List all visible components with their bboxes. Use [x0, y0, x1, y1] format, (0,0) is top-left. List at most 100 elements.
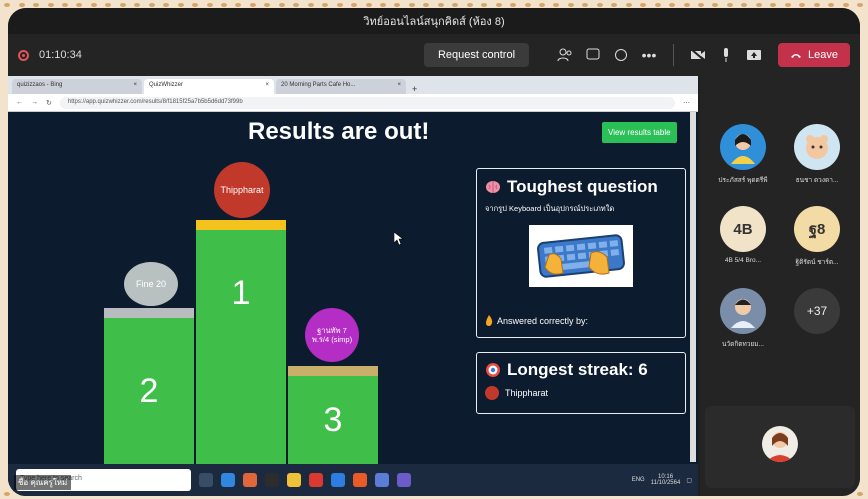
podium-3-cap	[288, 366, 378, 376]
decor-dot	[307, 3, 314, 7]
browser-tab[interactable]: QuizWhizzer ×	[144, 79, 274, 94]
phone-hangup-icon	[791, 54, 802, 58]
file-explorer-icon[interactable]	[287, 473, 301, 487]
podium-3-player: ฐานทัพ 7 พ.ร/4 (simp)	[305, 308, 359, 362]
decor-dot	[770, 3, 777, 7]
edge-icon[interactable]	[221, 473, 235, 487]
windows-taskbar: Type here to search ENG 10:16 11/10/2564…	[8, 464, 698, 496]
shared-screen: quizizzaos - Bing × QuizWhizzer × 20 Morni…	[8, 76, 698, 496]
tray-lang[interactable]: ENG	[632, 477, 645, 483]
clock-date: 11/10/2564	[650, 480, 681, 486]
browser-tab-label: QuizWhizzer	[149, 82, 184, 88]
decor-dot	[712, 3, 719, 7]
share-screen-icon[interactable]	[740, 44, 768, 66]
decor-dot	[235, 3, 242, 7]
more-options-icon[interactable]: •••	[635, 44, 663, 66]
decor-dot	[249, 3, 256, 7]
decor-dot	[784, 3, 791, 7]
decor-dot	[33, 3, 40, 7]
browser-tab[interactable]: quizizzaos - Bing ×	[12, 79, 142, 94]
toughest-question-text: จากรูป Keyboard เป็นอุปกรณ์ประเภทใด	[485, 204, 615, 213]
teams-icon[interactable]	[397, 473, 411, 487]
app-icon[interactable]	[243, 473, 257, 487]
podium-rank: 1	[231, 274, 251, 312]
decor-dot	[221, 3, 228, 7]
meeting-toolbar: 01:10:34 Request control ••• Leave	[8, 34, 860, 76]
streak-player-name: Thippharat	[505, 388, 549, 398]
app-icon[interactable]	[265, 473, 279, 487]
decor-dot	[726, 3, 733, 7]
self-avatar	[762, 426, 798, 462]
participant-name: ฐิติรัตน์ ชาร์ต...	[795, 259, 839, 266]
participant-tile[interactable]: ประภัสสร์ พุดตรีพี	[708, 124, 778, 185]
streak-title: Longest streak: 6	[507, 360, 648, 379]
decor-dot	[278, 3, 285, 7]
tray-clock[interactable]: 10:16 11/10/2564	[651, 474, 681, 486]
quiz-results-page: Results are out! View results table 2 Fi…	[8, 112, 698, 464]
decor-dot	[380, 3, 386, 7]
view-results-table-button[interactable]: View results table	[602, 122, 677, 143]
participant-name: นวัตกิตทวยม...	[722, 341, 764, 348]
keyboard-icon	[537, 234, 625, 278]
opera-icon[interactable]	[309, 473, 323, 487]
decor-dot	[524, 3, 531, 7]
participant-name: 4B 5/4 Bro...	[724, 257, 762, 264]
decor-dot	[640, 3, 647, 7]
back-icon[interactable]: ←	[16, 99, 23, 106]
leave-button[interactable]: Leave	[778, 43, 850, 67]
address-bar: ← → ↻ https://app.quizwhizzer.com/result…	[8, 94, 698, 112]
notification-icon[interactable]: ▢	[686, 477, 692, 484]
request-control-button[interactable]: Request control	[423, 43, 530, 67]
decor-dot	[105, 3, 112, 7]
answered-row: Answered correctly by:	[485, 315, 588, 326]
leave-label: Leave	[808, 49, 838, 61]
participant-tile[interactable]: ฐ8 ฐิติรัตน์ ชาร์ต...	[782, 206, 852, 267]
camera-off-icon[interactable]	[684, 44, 712, 66]
recording-icon	[18, 49, 29, 61]
decor-dot	[828, 3, 835, 7]
url-input[interactable]: https://app.quizwhizzer.com/results/8/f1…	[59, 96, 675, 109]
task-view-icon[interactable]	[199, 473, 213, 487]
close-icon[interactable]: ×	[397, 82, 401, 91]
refresh-icon[interactable]: ↻	[46, 99, 52, 107]
decor-dot	[192, 3, 199, 7]
browser-tab[interactable]: 20 Morning Parts Cafe Ho... ×	[276, 79, 406, 94]
decor-dot	[437, 3, 444, 7]
avatar	[720, 288, 766, 334]
decor-dot	[264, 3, 271, 7]
participant-tile[interactable]: นวัตกิตทวยม...	[708, 288, 778, 349]
decor-dot	[423, 3, 430, 7]
teams-window: วิทย์ออนไลน์สนุกคิดส์ (ห้อง 8) 01:10:34 …	[8, 8, 860, 496]
podium-rank: 3	[323, 400, 343, 439]
people-icon[interactable]	[551, 44, 579, 66]
meeting-timer: 01:10:34	[39, 49, 82, 61]
participant-tile[interactable]: ธนชา ดวงดา...	[782, 124, 852, 185]
keyboard-image	[529, 225, 633, 287]
presenter-name-label: ชื่อ คุณครูใหม่	[14, 475, 72, 490]
decor-dot	[813, 3, 820, 7]
forward-icon[interactable]: →	[31, 99, 38, 106]
decor-dot	[538, 3, 545, 7]
chat-icon[interactable]	[579, 44, 607, 66]
decor-dot	[510, 3, 517, 7]
new-tab-icon[interactable]: +	[408, 84, 421, 94]
decor-dot	[611, 3, 618, 7]
page-scrollbar[interactable]	[690, 112, 696, 462]
app-icon[interactable]	[331, 473, 345, 487]
participant-tile[interactable]: 4B 4B 5/4 Bro...	[708, 206, 778, 264]
extensions-icon[interactable]: ⋯	[683, 99, 690, 107]
browser-tab-label: 20 Morning Parts Cafe Ho...	[281, 82, 356, 88]
close-icon[interactable]: ×	[265, 82, 269, 91]
podium-3: 3	[288, 376, 378, 464]
app-icon[interactable]	[375, 473, 389, 487]
toolbar-divider	[673, 44, 675, 66]
participant-overflow[interactable]: +37	[782, 288, 852, 334]
microphone-icon[interactable]	[712, 44, 740, 66]
reactions-icon[interactable]	[607, 44, 635, 66]
firefox-icon[interactable]	[353, 473, 367, 487]
close-icon[interactable]: ×	[133, 82, 137, 91]
toughest-title: Toughest question	[507, 177, 658, 196]
decor-dot	[553, 3, 560, 7]
podium-2-cap	[104, 308, 194, 318]
podium-rank: 2	[139, 371, 159, 410]
